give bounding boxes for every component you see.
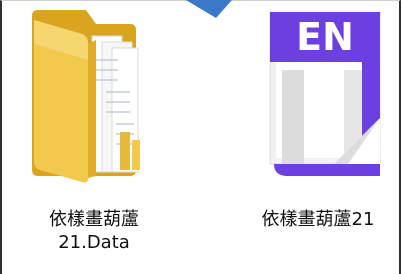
- en-document-icon: EN: [269, 11, 381, 176]
- en-document-item[interactable]: EN 依樣畫葫蘆21: [236, 0, 400, 231]
- en-document-name: 依樣畫葫蘆21: [262, 208, 375, 231]
- folder-item[interactable]: 依樣畫葫蘆 21.Data: [14, 0, 174, 254]
- folder-name-line1: 依樣畫葫蘆: [49, 209, 139, 230]
- folder-name: 依樣畫葫蘆 21.Data: [49, 208, 139, 254]
- folder-name-line2: 21.Data: [58, 232, 130, 253]
- folder-icon: [32, 10, 140, 183]
- en-badge-text: EN: [296, 15, 354, 59]
- en-document-name-text: 依樣畫葫蘆21: [261, 209, 375, 230]
